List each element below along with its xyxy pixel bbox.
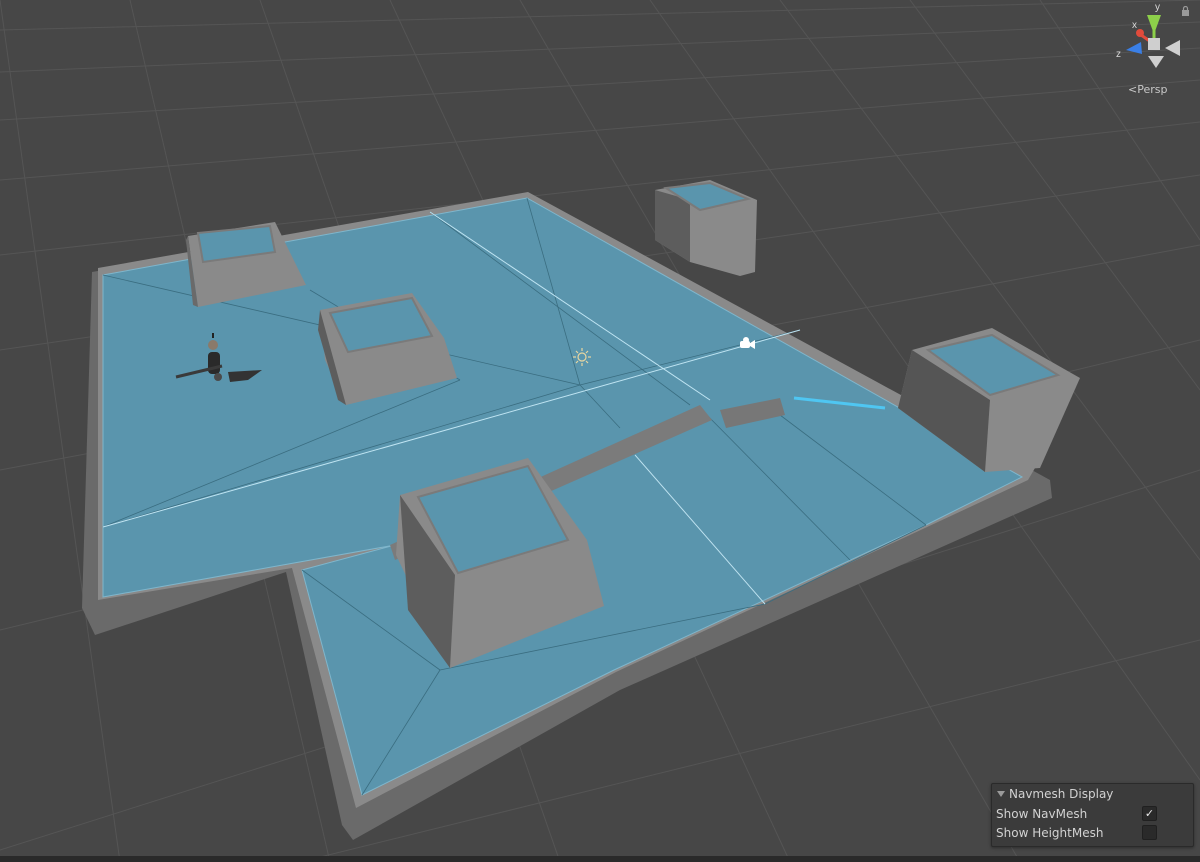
overlay-header[interactable]: Navmesh Display xyxy=(992,784,1193,804)
navmesh-display-overlay: Navmesh Display Show NavMesh ✓ Show Heig… xyxy=(991,783,1194,847)
scene-view[interactable] xyxy=(0,0,1200,862)
gizmo-axis-x: x xyxy=(1132,20,1137,31)
cube-obstacle[interactable] xyxy=(655,180,757,276)
collapse-triangle-icon[interactable] xyxy=(997,791,1005,797)
show-navmesh-row: Show NavMesh ✓ xyxy=(992,804,1193,823)
gizmo-axis-y: y xyxy=(1155,2,1160,13)
projection-toggle[interactable]: <Persp xyxy=(1128,83,1167,96)
lock-icon[interactable] xyxy=(1181,6,1190,16)
show-heightmesh-row: Show HeightMesh xyxy=(992,823,1193,842)
gizmo-axis-z: z xyxy=(1116,49,1121,60)
show-heightmesh-label: Show HeightMesh xyxy=(996,825,1104,840)
show-navmesh-checkbox[interactable]: ✓ xyxy=(1142,806,1157,821)
show-navmesh-label: Show NavMesh xyxy=(996,806,1088,821)
show-heightmesh-checkbox[interactable] xyxy=(1142,825,1157,840)
scene-viewport[interactable]: y x z <Persp Navmesh Display Show NavMes… xyxy=(0,0,1200,862)
viewport-bottom-border xyxy=(0,856,1200,862)
overlay-title: Navmesh Display xyxy=(1009,787,1114,801)
